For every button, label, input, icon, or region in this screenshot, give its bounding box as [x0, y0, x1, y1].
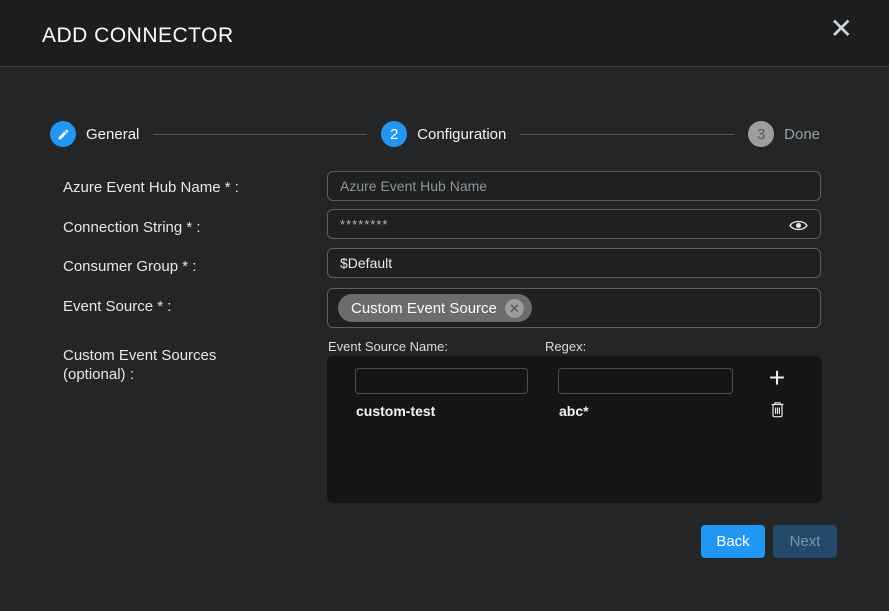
next-button[interactable]: Next: [773, 525, 837, 558]
step-general[interactable]: General: [50, 121, 139, 147]
step-general-label: General: [86, 126, 139, 143]
step-done[interactable]: 3 Done: [748, 121, 820, 147]
event-hub-name-label: Azure Event Hub Name * :: [63, 178, 258, 197]
stepper-connector: [153, 134, 367, 135]
event-source-label: Event Source * :: [63, 297, 258, 316]
step-done-label: Done: [784, 126, 820, 143]
step-3-badge: 3: [748, 121, 774, 147]
step-configuration-label: Configuration: [417, 126, 506, 143]
event-source-name-header: Event Source Name:: [328, 339, 448, 354]
custom-event-sources-label: Custom Event Sources (optional) :: [63, 346, 258, 384]
custom-source-row-name: custom-test: [356, 403, 435, 419]
custom-source-row-regex: abc*: [559, 403, 589, 419]
consumer-group-label: Consumer Group * :: [63, 257, 258, 276]
add-custom-source-icon[interactable]: +: [761, 362, 793, 394]
reveal-password-eye-icon[interactable]: [787, 217, 809, 233]
delete-custom-source-trash-icon[interactable]: [767, 401, 787, 421]
step-configuration[interactable]: 2 Configuration: [381, 121, 506, 147]
custom-source-name-input[interactable]: [355, 368, 528, 394]
event-source-input[interactable]: Custom Event Source ✕: [327, 288, 821, 328]
pencil-icon: [50, 121, 76, 147]
event-source-chip-label: Custom Event Source: [351, 300, 497, 317]
event-hub-name-input[interactable]: [327, 171, 821, 201]
wizard-stepper: General 2 Configuration 3 Done: [50, 121, 820, 147]
connection-string-input[interactable]: [327, 209, 821, 239]
add-connector-dialog: ADD CONNECTOR ✕ General 2 Configuration …: [0, 0, 889, 611]
back-button[interactable]: Back: [701, 525, 765, 558]
chip-remove-icon[interactable]: ✕: [505, 299, 524, 318]
step-2-badge: 2: [381, 121, 407, 147]
custom-event-sources-panel: + custom-test abc*: [327, 356, 822, 503]
dialog-header: ADD CONNECTOR ✕: [0, 0, 889, 67]
dialog-title: ADD CONNECTOR: [42, 24, 234, 48]
stepper-connector: [520, 134, 734, 135]
regex-header: Regex:: [545, 339, 586, 354]
consumer-group-input[interactable]: [327, 248, 821, 278]
event-source-chip: Custom Event Source ✕: [338, 294, 532, 322]
custom-source-regex-input[interactable]: [558, 368, 733, 394]
connection-string-label: Connection String * :: [63, 218, 258, 237]
close-icon[interactable]: ✕: [830, 12, 853, 46]
